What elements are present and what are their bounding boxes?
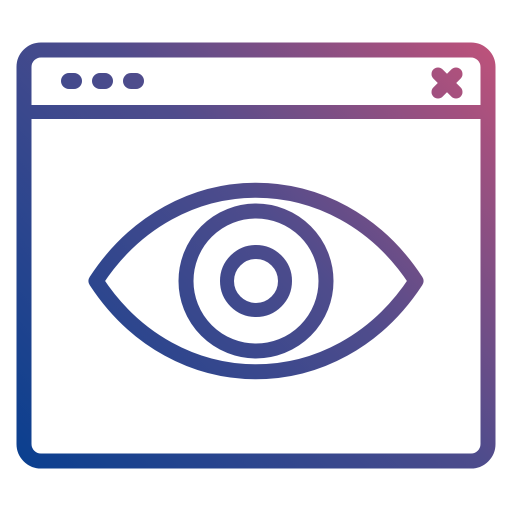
browser-window-eye-icon [16,42,496,469]
window-dot-icon [61,73,82,89]
eye-pupil [220,245,292,317]
eye-icon [88,182,424,380]
window-dot-icon [92,73,113,89]
window-dot-icon [123,73,144,89]
close-icon[interactable] [431,67,463,99]
title-bar-dots [61,73,144,89]
icon-canvas [0,0,512,512]
eye-iris [178,203,334,359]
